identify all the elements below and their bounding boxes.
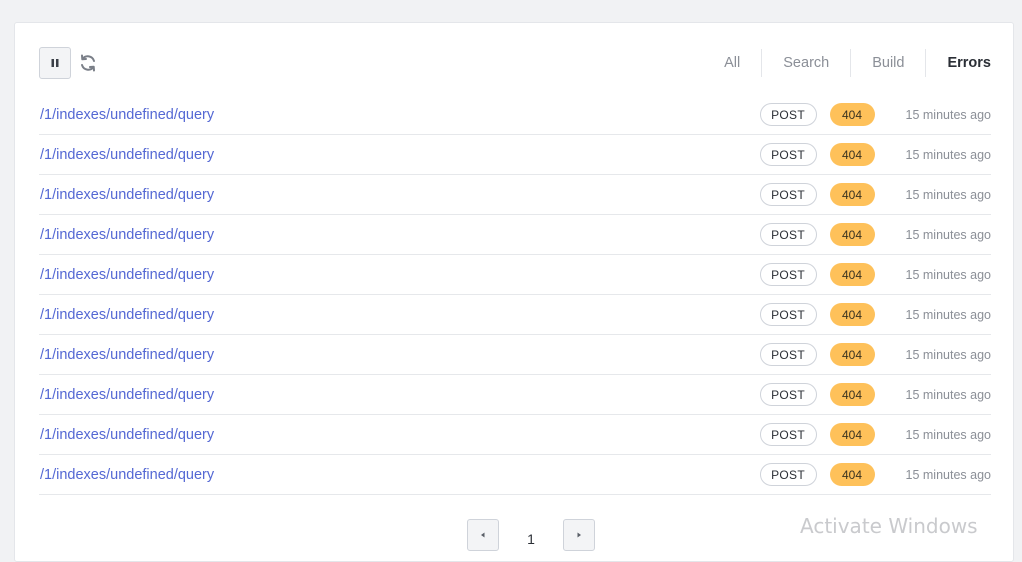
timestamp: 15 minutes ago <box>905 387 991 402</box>
log-path-link[interactable]: /1/indexes/undefined/query <box>39 147 214 163</box>
status-badge: 404 <box>829 223 875 246</box>
caret-right-icon <box>577 532 581 538</box>
method-badge: POST <box>759 463 817 486</box>
method-badge: POST <box>759 223 817 246</box>
log-path-link[interactable]: /1/indexes/undefined/query <box>39 347 214 363</box>
log-path-link[interactable]: /1/indexes/undefined/query <box>39 267 214 283</box>
method-badge: POST <box>759 343 817 366</box>
timestamp: 15 minutes ago <box>905 147 991 162</box>
method-badge: POST <box>759 183 817 206</box>
log-meta: POST 404 15 minutes ago <box>759 143 991 166</box>
log-row: /1/indexes/undefined/query POST 404 15 m… <box>39 95 991 135</box>
log-meta: POST 404 15 minutes ago <box>759 103 991 126</box>
prev-page-button[interactable] <box>467 519 499 551</box>
log-list: /1/indexes/undefined/query POST 404 15 m… <box>39 95 991 495</box>
status-badge: 404 <box>829 463 875 486</box>
log-meta: POST 404 15 minutes ago <box>759 183 991 206</box>
log-path-link[interactable]: /1/indexes/undefined/query <box>39 227 214 243</box>
tab-all[interactable]: All <box>703 49 763 77</box>
status-badge: 404 <box>829 103 875 126</box>
method-badge: POST <box>759 303 817 326</box>
log-row: /1/indexes/undefined/query POST 404 15 m… <box>39 215 991 255</box>
log-path-link[interactable]: /1/indexes/undefined/query <box>39 307 214 323</box>
method-badge: POST <box>759 103 817 126</box>
logs-panel: All Search Build Errors /1/indexes/undef… <box>14 22 1014 562</box>
timestamp: 15 minutes ago <box>905 347 991 362</box>
timestamp: 15 minutes ago <box>905 307 991 322</box>
status-badge: 404 <box>829 383 875 406</box>
status-badge: 404 <box>829 423 875 446</box>
filter-tabs: All Search Build Errors <box>703 49 1001 77</box>
log-row: /1/indexes/undefined/query POST 404 15 m… <box>39 135 991 175</box>
timestamp: 15 minutes ago <box>905 227 991 242</box>
method-badge: POST <box>759 423 817 446</box>
log-row: /1/indexes/undefined/query POST 404 15 m… <box>39 415 991 455</box>
method-badge: POST <box>759 143 817 166</box>
timestamp: 15 minutes ago <box>905 107 991 122</box>
status-badge: 404 <box>829 343 875 366</box>
pause-icon <box>51 59 59 67</box>
tab-search[interactable]: Search <box>762 49 852 77</box>
toolbar <box>39 47 99 79</box>
log-row: /1/indexes/undefined/query POST 404 15 m… <box>39 455 991 495</box>
log-meta: POST 404 15 minutes ago <box>759 463 991 486</box>
log-row: /1/indexes/undefined/query POST 404 15 m… <box>39 375 991 415</box>
log-row: /1/indexes/undefined/query POST 404 15 m… <box>39 335 991 375</box>
pause-button[interactable] <box>39 47 71 79</box>
pagination: 1 <box>467 519 595 551</box>
status-badge: 404 <box>829 143 875 166</box>
log-path-link[interactable]: /1/indexes/undefined/query <box>39 467 214 483</box>
timestamp: 15 minutes ago <box>905 427 991 442</box>
log-path-link[interactable]: /1/indexes/undefined/query <box>39 107 214 123</box>
timestamp: 15 minutes ago <box>905 187 991 202</box>
status-badge: 404 <box>829 183 875 206</box>
log-path-link[interactable]: /1/indexes/undefined/query <box>39 427 214 443</box>
timestamp: 15 minutes ago <box>905 267 991 282</box>
log-row: /1/indexes/undefined/query POST 404 15 m… <box>39 255 991 295</box>
status-badge: 404 <box>829 303 875 326</box>
method-badge: POST <box>759 383 817 406</box>
timestamp: 15 minutes ago <box>905 467 991 482</box>
caret-left-icon <box>481 532 485 538</box>
log-meta: POST 404 15 minutes ago <box>759 303 991 326</box>
log-meta: POST 404 15 minutes ago <box>759 223 991 246</box>
tab-errors[interactable]: Errors <box>926 49 1001 77</box>
log-meta: POST 404 15 minutes ago <box>759 383 991 406</box>
refresh-icon[interactable] <box>77 52 99 74</box>
windows-activation-watermark: Activate Windows <box>800 514 978 538</box>
log-row: /1/indexes/undefined/query POST 404 15 m… <box>39 175 991 215</box>
current-page: 1 <box>527 531 535 547</box>
log-meta: POST 404 15 minutes ago <box>759 263 991 286</box>
log-path-link[interactable]: /1/indexes/undefined/query <box>39 187 214 203</box>
log-meta: POST 404 15 minutes ago <box>759 343 991 366</box>
next-page-button[interactable] <box>563 519 595 551</box>
status-badge: 404 <box>829 263 875 286</box>
method-badge: POST <box>759 263 817 286</box>
log-path-link[interactable]: /1/indexes/undefined/query <box>39 387 214 403</box>
tab-build[interactable]: Build <box>851 49 927 77</box>
log-row: /1/indexes/undefined/query POST 404 15 m… <box>39 295 991 335</box>
log-meta: POST 404 15 minutes ago <box>759 423 991 446</box>
